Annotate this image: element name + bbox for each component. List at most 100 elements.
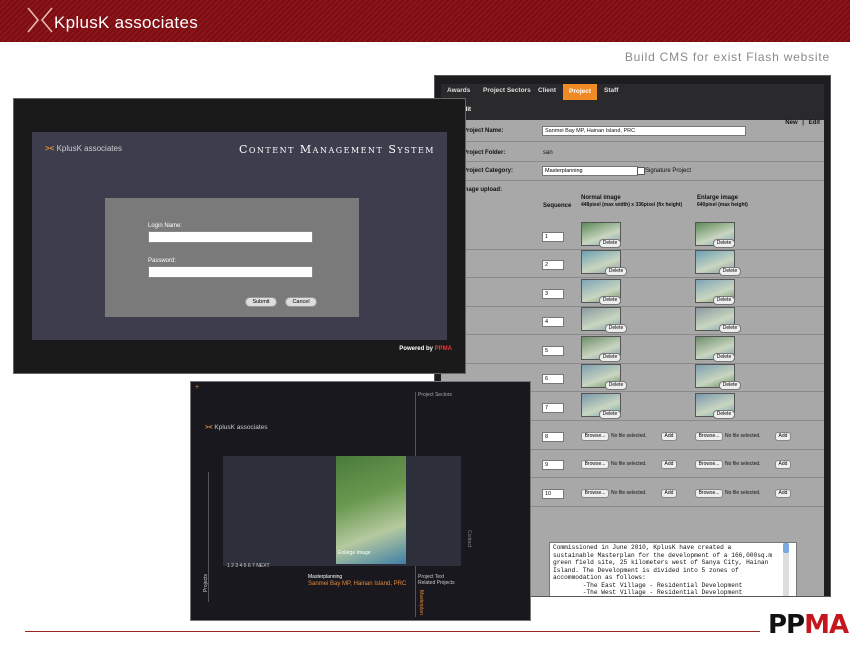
related-projects-link[interactable]: Related Projects — [418, 580, 455, 586]
sequence-input[interactable]: 2 — [542, 260, 564, 270]
browse-button[interactable]: Browse... — [695, 460, 723, 469]
tab-awards[interactable]: Awards — [447, 87, 470, 94]
sequence-input[interactable]: 8 — [542, 432, 564, 442]
header-bar: KplusK associates — [0, 0, 850, 42]
sequence-input[interactable]: 1 — [542, 232, 564, 242]
delete-button[interactable]: Delete — [599, 410, 621, 419]
delete-button[interactable]: Delete — [713, 296, 735, 305]
textarea-scroll-thumb[interactable] — [783, 543, 789, 553]
powered-by-brand: PPMA — [434, 346, 452, 352]
delete-button[interactable]: Delete — [605, 267, 627, 276]
cancel-button[interactable]: Cancel — [285, 297, 317, 307]
browse-button[interactable]: Browse... — [695, 432, 723, 441]
side-nav-contact[interactable]: Contact — [466, 530, 472, 547]
delete-button[interactable]: Delete — [719, 324, 741, 333]
side-nav-projects[interactable]: Projects — [203, 574, 209, 592]
edit-link[interactable]: Edit — [809, 120, 820, 126]
divider — [441, 180, 824, 181]
site-logo-text: KplusK associates — [214, 424, 268, 431]
tab-bar: Awards Project Sectors Client Project St… — [441, 84, 824, 100]
password-input[interactable] — [148, 266, 313, 278]
ppma-logo-pp: PP — [768, 610, 805, 640]
signature-checkbox[interactable] — [637, 167, 645, 175]
delete-button[interactable]: Delete — [605, 324, 627, 333]
submit-button[interactable]: Submit — [245, 297, 277, 307]
delete-button[interactable]: Delete — [599, 296, 621, 305]
divider — [441, 363, 824, 364]
sequence-input[interactable]: 7 — [542, 403, 564, 413]
corner-mark-icon: + — [195, 384, 200, 391]
delete-button[interactable]: Delete — [599, 353, 621, 362]
project-category-label: Project Category: — [463, 168, 514, 174]
tab-project-sectors[interactable]: Project Sectors — [483, 87, 531, 94]
delete-button[interactable]: Delete — [599, 239, 621, 248]
browse-button[interactable]: Browse... — [581, 432, 609, 441]
sequence-input[interactable]: 3 — [542, 289, 564, 299]
sequence-input[interactable]: 4 — [542, 317, 564, 327]
add-button[interactable]: Add — [661, 432, 677, 441]
divider — [441, 141, 824, 142]
delete-button[interactable]: Delete — [713, 239, 735, 248]
login-panel: >< KplusK associates Content Management … — [32, 132, 447, 340]
powered-by-label: Powered by — [399, 346, 433, 352]
add-button[interactable]: Add — [775, 432, 791, 441]
project-image[interactable] — [336, 456, 406, 564]
project-category-select[interactable]: Masterplanning — [542, 166, 638, 176]
delete-button[interactable]: Delete — [605, 381, 627, 390]
kplusk-logo-icon: >< — [45, 144, 55, 153]
divider — [441, 249, 824, 250]
cms-login-screenshot: >< KplusK associates Content Management … — [13, 98, 466, 374]
sequence-input[interactable]: 10 — [542, 489, 564, 499]
powered-by: Powered by PPMA — [399, 346, 452, 352]
edit-title-bar — [441, 100, 824, 120]
browse-button[interactable]: Browse... — [581, 460, 609, 469]
add-button[interactable]: Add — [775, 489, 791, 498]
tab-staff[interactable]: Staff — [604, 87, 618, 94]
delete-button[interactable]: Delete — [713, 353, 735, 362]
kplusk-logo-icon — [27, 7, 53, 33]
project-category-text: Masterplanning — [308, 574, 343, 580]
ppma-logo-ma: MA — [804, 610, 849, 640]
tagline: Build CMS for exist Flash website — [624, 50, 830, 64]
divider — [441, 334, 824, 335]
no-file-label: No file selected. — [611, 490, 647, 496]
divider — [441, 161, 824, 162]
project-folder-label: Project Folder: — [463, 150, 506, 156]
enlarge-image-size: 640pixel (max height) — [697, 202, 748, 208]
enlarge-image-link[interactable]: Enlarge Image — [338, 550, 371, 556]
delete-button[interactable]: Delete — [719, 381, 741, 390]
signature-label: Signature Project — [645, 168, 692, 174]
tab-client[interactable]: Client — [538, 87, 556, 94]
add-button[interactable]: Add — [661, 489, 677, 498]
delete-button[interactable]: Delete — [713, 410, 735, 419]
project-description-textarea[interactable]: Commissioned in June 2010, KplusK have c… — [549, 542, 797, 596]
sequence-header: Sequence — [543, 203, 572, 209]
delete-button[interactable]: Delete — [719, 267, 741, 276]
browse-button[interactable]: Browse... — [581, 489, 609, 498]
no-file-label: No file selected. — [725, 490, 761, 496]
footer-rule — [25, 631, 760, 632]
project-name-label: Project Name: — [463, 128, 504, 134]
project-folder-value: san — [543, 150, 553, 156]
pager[interactable]: 1 2 3 4 5 6 7 NEXT — [227, 563, 270, 569]
new-link[interactable]: New — [785, 120, 797, 126]
login-logo: >< KplusK associates — [45, 144, 122, 153]
side-nav-masterplan[interactable]: Masterplan — [418, 590, 424, 615]
project-name-field[interactable]: Sanmei Bay MP, Hainan Island, PRC — [542, 126, 746, 136]
login-name-input[interactable] — [148, 231, 313, 243]
no-file-label: No file selected. — [611, 461, 647, 467]
no-file-label: No file selected. — [611, 433, 647, 439]
tab-project[interactable]: Project — [563, 84, 598, 100]
add-button[interactable]: Add — [775, 460, 791, 469]
sequence-input[interactable]: 9 — [542, 460, 564, 470]
site-logo: >< KplusK associates — [205, 424, 268, 431]
project-sectors-link[interactable]: Project Sectors — [418, 392, 452, 398]
sequence-input[interactable]: 6 — [542, 374, 564, 384]
divider — [441, 277, 824, 278]
add-button[interactable]: Add — [661, 460, 677, 469]
link-separator: | — [802, 120, 804, 126]
browse-button[interactable]: Browse... — [695, 489, 723, 498]
login-name-label: Login Name: — [148, 223, 183, 229]
sequence-input[interactable]: 5 — [542, 346, 564, 356]
divider — [441, 306, 824, 307]
